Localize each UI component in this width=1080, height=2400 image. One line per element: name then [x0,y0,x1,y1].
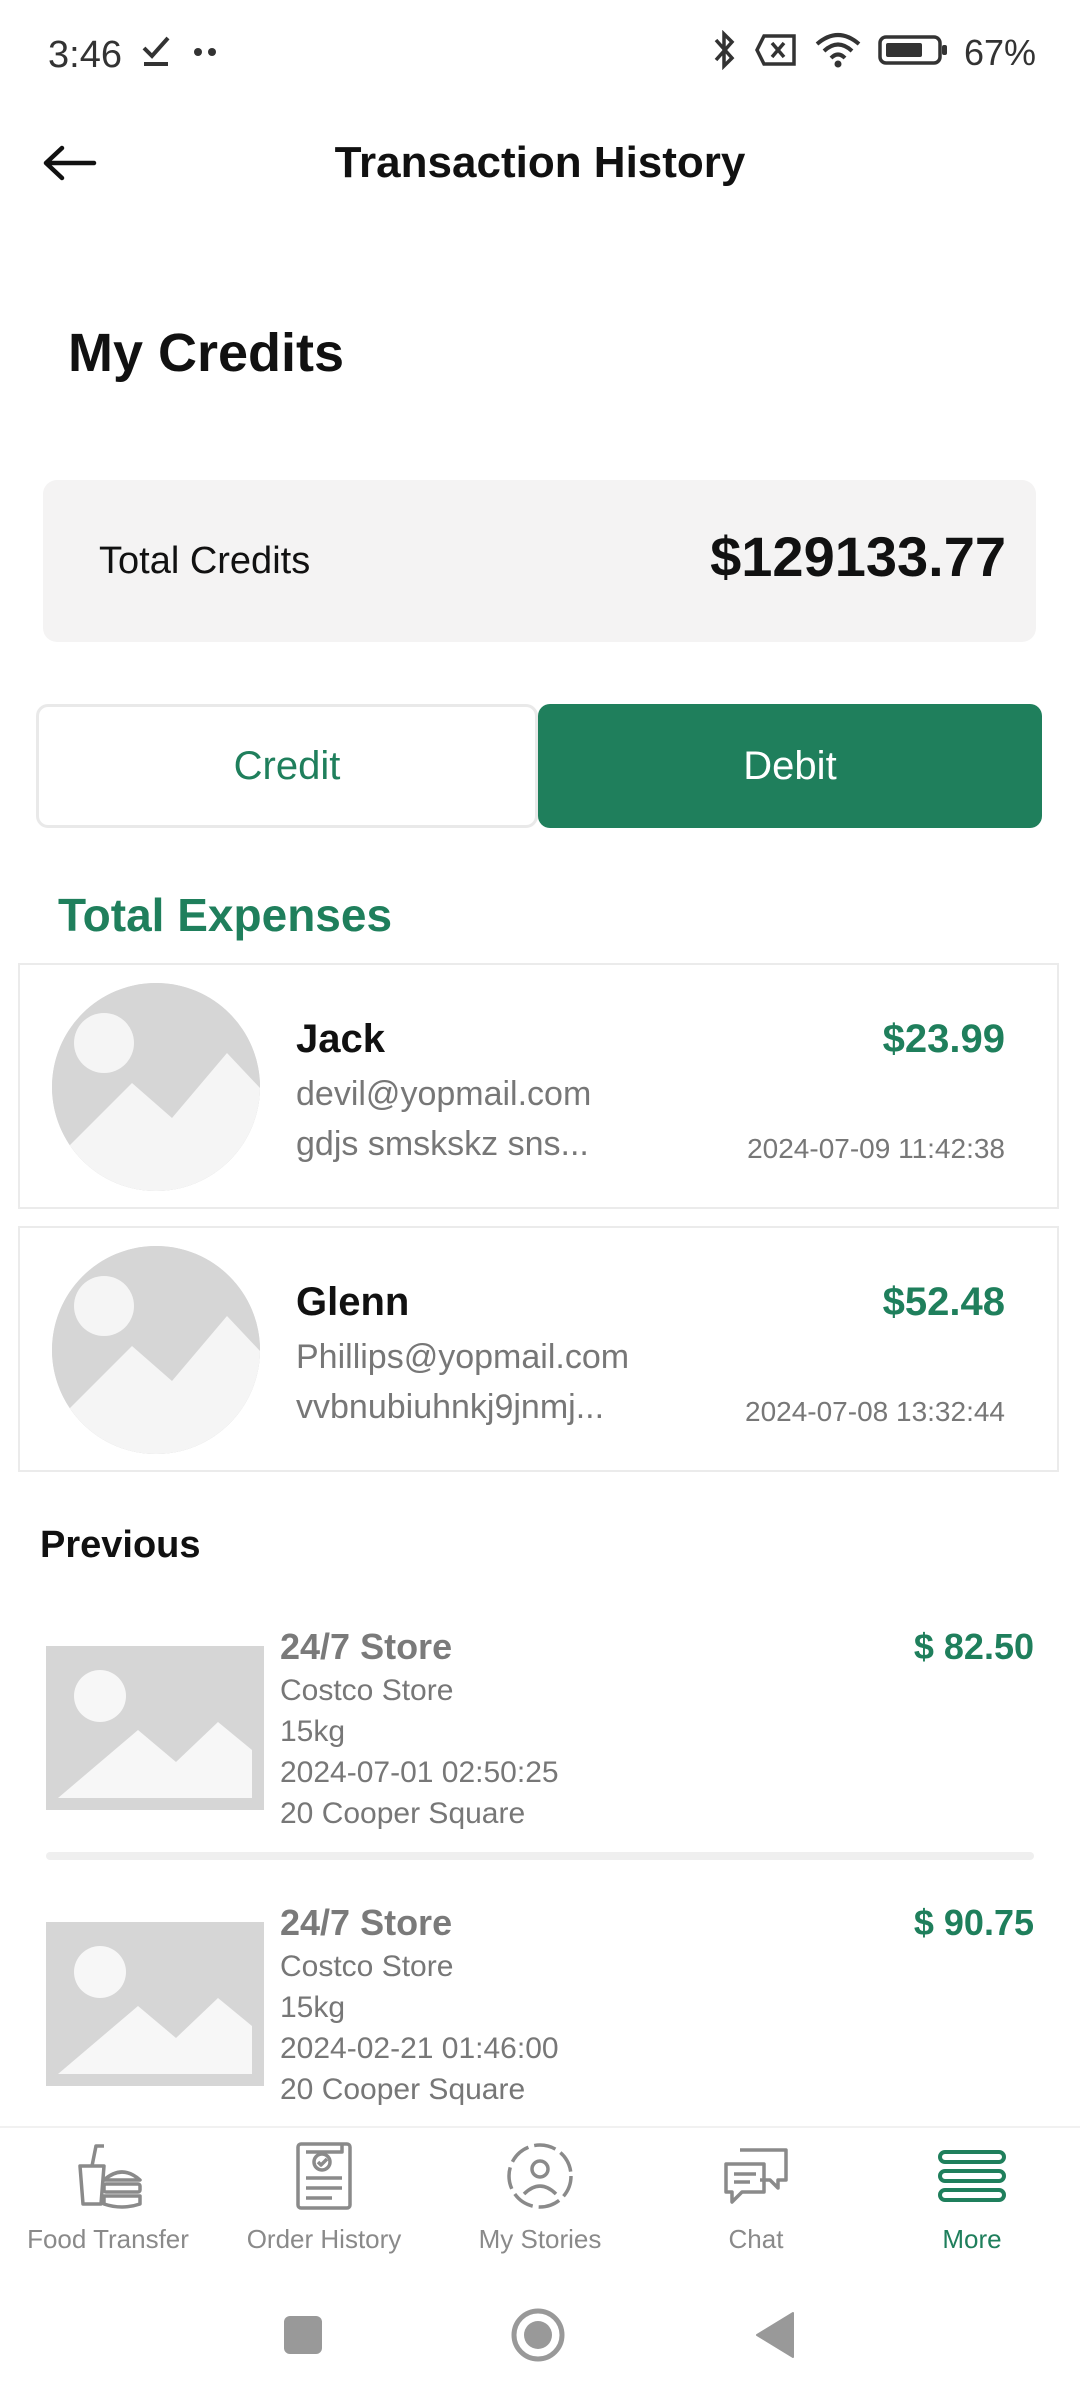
order-history-icon [284,2138,364,2214]
stories-icon [500,2138,580,2214]
expense-date: 2024-07-09 11:42:38 [747,1133,1005,1164]
store-subtitle: Costco Store [280,1674,454,1707]
avatar [52,1246,260,1454]
nav-label: Order History [246,2224,402,2254]
expense-description: gdjs smskskz sns... [296,1125,589,1163]
menu-icon [932,2138,1012,2214]
dots-icon [192,45,220,63]
bottom-navigation: Food Transfer Order History My Stories C… [0,2126,1080,2272]
item-weight: 15kg [280,1991,346,2024]
total-credits-label: Total Credits [99,540,311,582]
back-nav-button[interactable] [740,2302,810,2372]
recents-button[interactable] [268,2302,338,2372]
nav-label: My Stories [478,2224,602,2254]
square-icon [283,2315,323,2360]
expense-amount: $23.99 [882,1017,1005,1061]
chat-icon [716,2138,796,2214]
nav-chat[interactable]: Chat [648,2138,864,2274]
expense-name: Glenn [296,1280,410,1324]
item-amount: $ 82.50 [913,1626,1034,1667]
expense-description: vvbnubiuhnkj9jnmj... [296,1388,605,1426]
check-icon [140,34,174,73]
store-name: 24/7 Store [280,1902,453,1943]
app-bar: Transaction History [0,110,1080,220]
my-credits-heading: My Credits [68,323,345,383]
image-placeholder-icon [52,1246,260,1454]
image-placeholder-icon [46,1646,264,1810]
system-navigation-bar [0,2272,1080,2400]
tab-debit[interactable]: Debit [538,704,1042,828]
item-address: 20 Cooper Square [280,1797,526,1830]
expense-amount: $52.48 [882,1280,1005,1324]
thumbnail [46,1922,264,2086]
bluetooth-icon [712,29,738,75]
list-item[interactable]: 24/7 Store Costco Store 15kg 2024-02-21 … [46,1894,1034,2124]
nav-label: Food Transfer [27,2224,189,2254]
status-bar: 3:46 67% [0,0,1080,110]
expense-email: Phillips@yopmail.com [296,1338,630,1376]
previous-heading: Previous [40,1524,201,1566]
avatar [52,983,260,1191]
triangle-back-icon [753,2311,797,2364]
image-placeholder-icon [46,1922,264,2086]
expense-card[interactable]: Jack devil@yopmail.com gdjs smskskz sns.… [18,963,1059,1209]
expense-email: devil@yopmail.com [296,1075,592,1113]
nav-order-history[interactable]: Order History [216,2138,432,2274]
nav-food-transfer[interactable]: Food Transfer [0,2138,216,2274]
total-credits-card: Total Credits $129133.77 [43,480,1036,642]
store-name: 24/7 Store [280,1626,453,1667]
page-title: Transaction History [334,138,746,187]
total-credits-value: $129133.77 [710,525,1006,588]
list-item[interactable]: 24/7 Store Costco Store 15kg 2024-07-01 … [46,1618,1034,1848]
home-circle-icon [509,2306,567,2369]
nav-label: Chat [728,2224,784,2254]
expense-date: 2024-07-08 13:32:44 [745,1396,1005,1427]
tab-credit[interactable]: Credit [36,704,538,828]
nav-label: More [942,2224,1002,2254]
battery-percent: 67% [963,31,1036,73]
item-datetime: 2024-02-21 01:46:00 [280,2032,559,2065]
sim-icon [754,33,798,72]
status-time: 3:46 [48,34,122,76]
thumbnail [46,1646,264,1810]
expense-name: Jack [296,1017,385,1061]
image-placeholder-icon [52,983,260,1191]
expense-card[interactable]: Glenn Phillips@yopmail.com vvbnubiuhnkj9… [18,1226,1059,1472]
store-subtitle: Costco Store [280,1950,454,1983]
food-transfer-icon [68,2138,148,2214]
divider [46,1852,1034,1860]
nav-more[interactable]: More [864,2138,1080,2274]
item-datetime: 2024-07-01 02:50:25 [280,1756,559,1789]
total-expenses-heading: Total Expenses [58,889,393,941]
battery-icon [878,33,948,72]
nav-my-stories[interactable]: My Stories [432,2138,648,2274]
item-weight: 15kg [280,1715,346,1748]
credit-debit-tabs: Credit Debit [36,704,1042,828]
item-address: 20 Cooper Square [280,2073,526,2106]
home-button[interactable] [503,2302,573,2372]
wifi-icon [814,32,862,73]
item-amount: $ 90.75 [913,1902,1034,1943]
